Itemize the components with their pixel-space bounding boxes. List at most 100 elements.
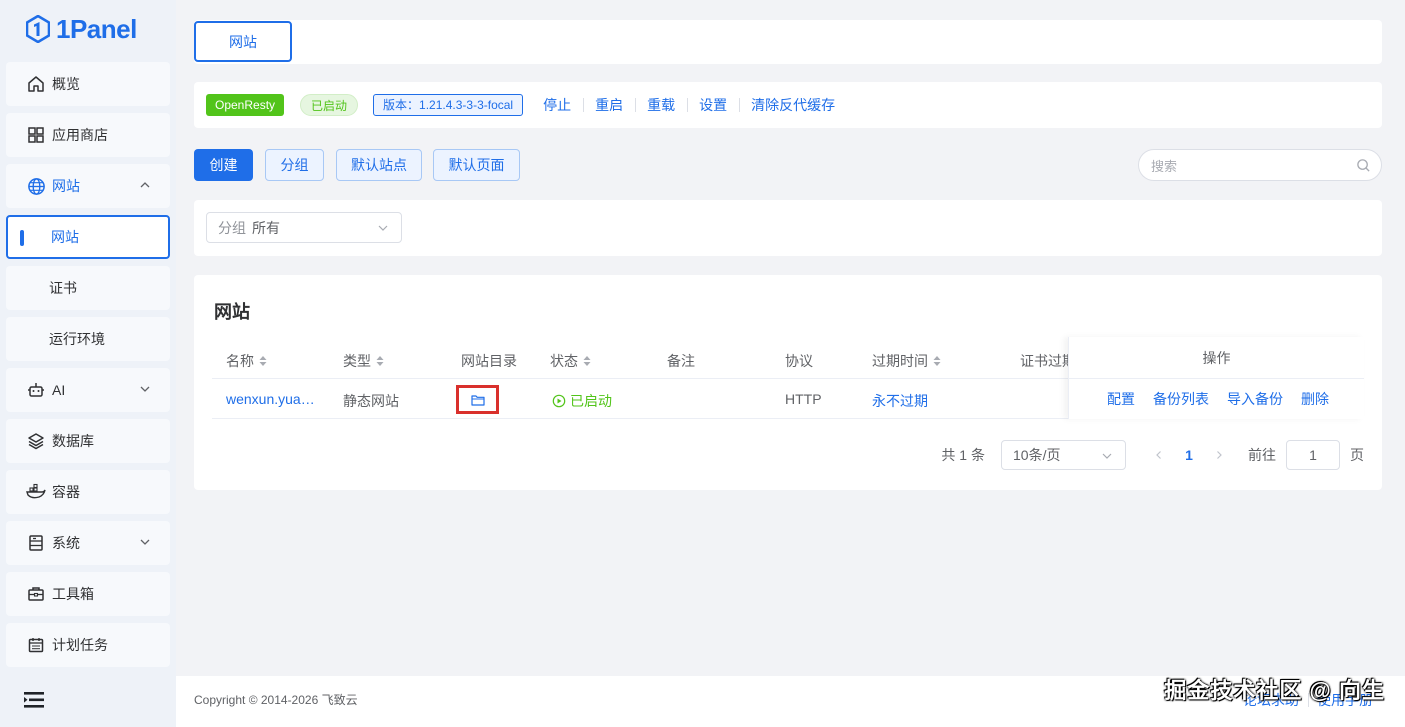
chevron-down-icon — [1102, 453, 1112, 459]
sidebar-item-containers[interactable]: 容器 — [6, 470, 170, 514]
next-page-button[interactable] — [1204, 447, 1234, 463]
sidebar-item-system[interactable]: 系统 — [6, 521, 170, 565]
sort-icon — [583, 356, 591, 366]
default-page-button[interactable]: 默认页面 — [433, 149, 520, 181]
clear-proxy-cache-button[interactable]: 清除反代缓存 — [739, 95, 847, 115]
sidebar-subitem-label: 网站 — [51, 229, 79, 245]
robot-icon — [26, 380, 46, 400]
create-button[interactable]: 创建 — [194, 149, 253, 181]
sidebar-item-label: 概览 — [52, 76, 80, 92]
page-number-current[interactable]: 1 — [1174, 447, 1204, 463]
calendar-icon — [26, 635, 46, 655]
home-icon — [26, 74, 46, 94]
row-operations: 配置 备份列表 导入备份 删除 — [1107, 389, 1329, 409]
chevron-left-icon — [1156, 451, 1161, 459]
website-table-card: 网站 名称 类型 网站目录 状态 备注 协议 过期时间 证书过期 wenxun.… — [194, 275, 1382, 490]
column-header-directory: 网站目录 — [461, 353, 517, 369]
website-expire[interactable]: 永不过期 — [872, 391, 928, 411]
stop-button[interactable]: 停止 — [531, 95, 583, 115]
reload-button[interactable]: 重载 — [635, 95, 687, 115]
1panel-logo-icon — [26, 15, 50, 43]
goto-page-input[interactable]: 1 — [1286, 440, 1340, 470]
sidebar: 1Panel 概览 应用商店 网站 网站 证书 运行环境 AI 数据库 容器 系… — [0, 0, 176, 727]
prev-page-button[interactable] — [1144, 447, 1174, 463]
sidebar-subitem-runtime[interactable]: 运行环境 — [6, 317, 170, 361]
sidebar-item-label: 应用商店 — [52, 127, 108, 143]
search-icon — [1357, 159, 1370, 172]
website-protocol: HTTP — [785, 391, 822, 407]
goto-label: 前往 — [1248, 447, 1276, 463]
restart-button[interactable]: 重启 — [583, 95, 635, 115]
sidebar-item-label: 系统 — [52, 535, 80, 551]
backup-list-button[interactable]: 备份列表 — [1153, 389, 1209, 409]
column-header-protocol: 协议 — [785, 353, 813, 369]
toolbox-icon — [26, 584, 46, 604]
sidebar-item-ai[interactable]: AI — [6, 368, 170, 412]
sidebar-subitem-certificates[interactable]: 证书 — [6, 266, 170, 310]
open-directory-button[interactable] — [456, 385, 499, 414]
operations-column: 操作 配置 备份列表 导入备份 删除 — [1068, 337, 1364, 419]
collapse-menu-icon[interactable] — [24, 691, 46, 709]
column-header-expire[interactable]: 过期时间 — [872, 351, 942, 371]
column-header-status[interactable]: 状态 — [550, 351, 592, 371]
sidebar-item-label: 数据库 — [52, 433, 94, 449]
sidebar-nav: 概览 应用商店 网站 网站 证书 运行环境 AI 数据库 容器 系统 工具箱 计… — [0, 58, 176, 667]
website-table: 名称 类型 网站目录 状态 备注 协议 过期时间 证书过期 wenxun.yua… — [212, 337, 1364, 419]
sidebar-item-label: 网站 — [52, 178, 80, 194]
page-size-select[interactable]: 10条/页 — [1001, 440, 1126, 470]
chevron-right-icon — [1217, 451, 1222, 459]
logo[interactable]: 1Panel — [0, 0, 176, 58]
column-header-operations: 操作 — [1069, 337, 1364, 379]
app-version-badge: 版本：1.21.4.3-3-3-focal — [373, 94, 524, 116]
website-status[interactable]: 已启动 — [552, 391, 612, 411]
import-backup-button[interactable]: 导入备份 — [1227, 389, 1283, 409]
folder-icon — [470, 394, 485, 406]
sidebar-item-database[interactable]: 数据库 — [6, 419, 170, 463]
sort-icon — [259, 356, 267, 366]
sidebar-item-overview[interactable]: 概览 — [6, 62, 170, 106]
chevron-down-icon — [140, 539, 150, 545]
pagination-total: 共 1 条 — [941, 447, 985, 463]
play-circle-icon — [552, 394, 566, 408]
column-header-name[interactable]: 名称 — [226, 351, 268, 371]
sidebar-subitem-websites[interactable]: 网站 — [6, 215, 170, 259]
default-site-button[interactable]: 默认站点 — [336, 149, 422, 181]
sidebar-subitem-label: 运行环境 — [49, 331, 105, 347]
tab-bar: 网站 — [194, 20, 1382, 64]
app-name-badge: OpenResty — [206, 94, 285, 116]
chevron-up-icon — [140, 182, 150, 188]
sidebar-item-label: 工具箱 — [52, 586, 94, 602]
sort-icon — [933, 356, 941, 366]
active-indicator — [20, 230, 24, 246]
chevron-down-icon — [378, 225, 388, 231]
table-title: 网站 — [214, 302, 250, 322]
openresty-status-bar: OpenResty 已启动 版本：1.21.4.3-3-3-focal 停止 重… — [194, 82, 1382, 128]
column-header-remark: 备注 — [667, 353, 695, 369]
configure-button[interactable]: 配置 — [1107, 389, 1135, 409]
globe-icon — [26, 176, 46, 196]
sidebar-item-websites[interactable]: 网站 — [6, 164, 170, 208]
server-icon — [26, 533, 46, 553]
watermark: 掘金技术社区 @ 向生 — [1164, 678, 1385, 703]
tab-websites[interactable]: 网站 — [194, 21, 292, 62]
sidebar-item-cron[interactable]: 计划任务 — [6, 623, 170, 667]
column-header-type[interactable]: 类型 — [343, 351, 385, 371]
group-button[interactable]: 分组 — [265, 149, 324, 181]
search-input[interactable]: 搜索 — [1138, 149, 1382, 181]
page-suffix: 页 — [1350, 447, 1364, 463]
sidebar-item-toolbox[interactable]: 工具箱 — [6, 572, 170, 616]
group-filter-select[interactable]: 分组 所有 — [206, 212, 402, 243]
delete-button[interactable]: 删除 — [1301, 389, 1329, 409]
group-filter-value: 所有 — [252, 219, 280, 236]
docker-icon — [26, 482, 46, 502]
chevron-down-icon — [140, 386, 150, 392]
app-status-badge: 已启动 — [300, 94, 359, 116]
settings-button[interactable]: 设置 — [687, 95, 739, 115]
sidebar-item-label: 计划任务 — [52, 637, 108, 653]
sidebar-item-app-store[interactable]: 应用商店 — [6, 113, 170, 157]
website-name-link[interactable]: wenxun.yua… — [226, 391, 315, 407]
search-placeholder: 搜索 — [1151, 158, 1178, 174]
website-toolbar: 创建 分组 默认站点 默认页面 搜索 — [194, 149, 1382, 181]
sort-icon — [376, 356, 384, 366]
sidebar-item-label: 容器 — [52, 484, 80, 500]
